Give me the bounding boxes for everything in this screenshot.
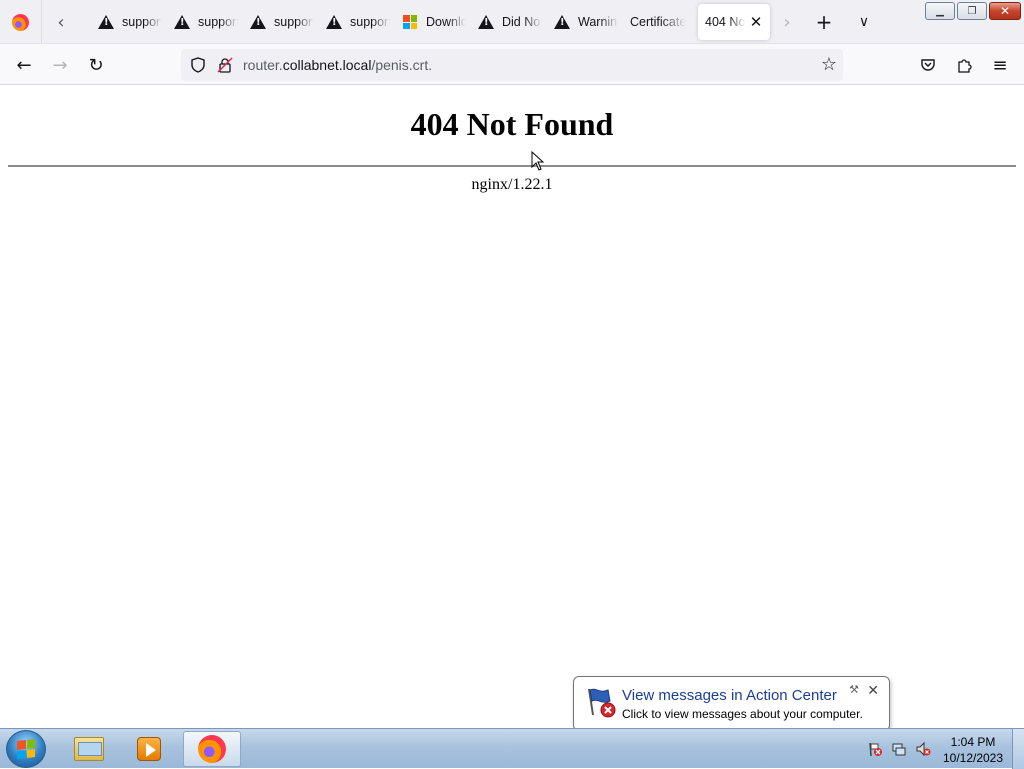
tab-strip: ‹ support support support support Downlo… [0, 0, 1024, 44]
action-center-flag-icon [588, 688, 616, 718]
warning-icon [174, 14, 190, 30]
tab-did-not-connect[interactable]: Did Not Connect [470, 4, 542, 40]
tab-support-1[interactable]: support [90, 4, 162, 40]
url-bar[interactable]: router.collabnet.local/penis.crt. ☆ [181, 49, 843, 81]
list-all-tabs-icon[interactable]: ∨ [850, 8, 878, 36]
tab-label: support [198, 15, 238, 29]
taskbar-explorer-button[interactable] [60, 731, 118, 767]
url-host: collabnet.local [282, 57, 372, 73]
divider [8, 165, 1016, 167]
media-player-icon [137, 737, 161, 761]
tab-label: 404 Not Found [705, 15, 745, 29]
tab-support-2[interactable]: support [166, 4, 238, 40]
close-window-icon[interactable]: ✕ [989, 2, 1021, 20]
taskbar-firefox-button[interactable] [183, 731, 241, 767]
navigation-toolbar: ← → ↻ router.collabnet.local/penis.crt. … [0, 44, 1024, 85]
show-desktop-button[interactable] [1012, 729, 1024, 769]
notification-title[interactable]: View messages in Action Center [622, 687, 837, 704]
forward-icon[interactable]: → [45, 50, 75, 80]
system-clock[interactable]: 1:04 PM 10/12/2023 [938, 734, 1008, 766]
volume-muted-tray-icon[interactable] [914, 741, 932, 757]
network-tray-icon[interactable] [890, 741, 908, 757]
new-tab-icon[interactable]: + [810, 8, 838, 36]
insecure-lock-icon[interactable] [216, 56, 234, 74]
taskbar-media-player-button[interactable] [120, 731, 178, 767]
tab-label: Did Not Connect [502, 15, 542, 29]
clock-date: 10/12/2023 [942, 751, 1004, 765]
warning-icon [326, 14, 342, 30]
page-heading: 404 Not Found [410, 106, 614, 142]
bookmark-star-icon[interactable]: ☆ [821, 54, 837, 75]
taskbar: 1:04 PM 10/12/2023 [0, 728, 1024, 769]
app-menu-icon[interactable]: ≡ [985, 50, 1015, 80]
pocket-icon[interactable] [913, 50, 943, 80]
tab-404-active[interactable]: 404 Not Found ✕ [698, 4, 770, 40]
warning-icon [250, 14, 266, 30]
tab-label: support [350, 15, 390, 29]
page-content: 404 Not Found nginx/1.22.1 [0, 86, 1024, 728]
firefox-icon [198, 735, 226, 763]
tab-download[interactable]: Download [394, 4, 466, 40]
windows-logo-icon [17, 739, 35, 759]
file-explorer-icon [74, 737, 104, 761]
tab-scroll-right-icon[interactable]: › [773, 8, 801, 36]
wrench-icon[interactable]: ⚒ [849, 683, 859, 696]
server-signature: nginx/1.22.1 [471, 176, 553, 193]
minimize-icon[interactable]: ▁ [925, 2, 955, 20]
tab-label: support [122, 15, 162, 29]
url-path: /penis.crt. [371, 57, 433, 73]
warning-icon [98, 14, 114, 30]
tab-certificate[interactable]: Certificate [622, 4, 694, 40]
action-center-notification[interactable]: View messages in Action Center Click to … [573, 676, 890, 731]
extensions-icon[interactable] [949, 50, 979, 80]
restore-icon[interactable]: ❐ [957, 2, 987, 20]
tab-label: support [274, 15, 314, 29]
clock-time: 1:04 PM [950, 735, 996, 749]
tab-label: Certificate [630, 15, 687, 29]
url-prefix: router. [243, 57, 283, 73]
warning-icon [554, 14, 570, 30]
tab-close-icon[interactable]: ✕ [748, 13, 764, 31]
tracking-protection-shield-icon[interactable] [189, 56, 207, 74]
start-button[interactable] [6, 730, 46, 768]
notification-text: Click to view messages about your comput… [622, 707, 863, 721]
action-center-tray-icon[interactable] [866, 741, 884, 757]
reload-icon[interactable]: ↻ [81, 50, 111, 80]
url-text[interactable]: router.collabnet.local/penis.crt. [243, 57, 432, 73]
tab-warning[interactable]: Warning [546, 4, 618, 40]
microsoft-icon [402, 14, 418, 30]
notification-close-icon[interactable]: ✕ [867, 683, 879, 699]
tab-label: Warning [578, 15, 618, 29]
firefox-icon [12, 13, 29, 31]
tab-support-3[interactable]: support [242, 4, 314, 40]
tab-support-4[interactable]: support [318, 4, 390, 40]
tab-scroll-left-icon[interactable]: ‹ [47, 8, 75, 36]
back-icon[interactable]: ← [9, 50, 39, 80]
tab-label: Download [426, 15, 466, 29]
firefox-view-button[interactable] [0, 0, 42, 44]
warning-icon [478, 14, 494, 30]
mouse-cursor-icon [531, 151, 545, 171]
